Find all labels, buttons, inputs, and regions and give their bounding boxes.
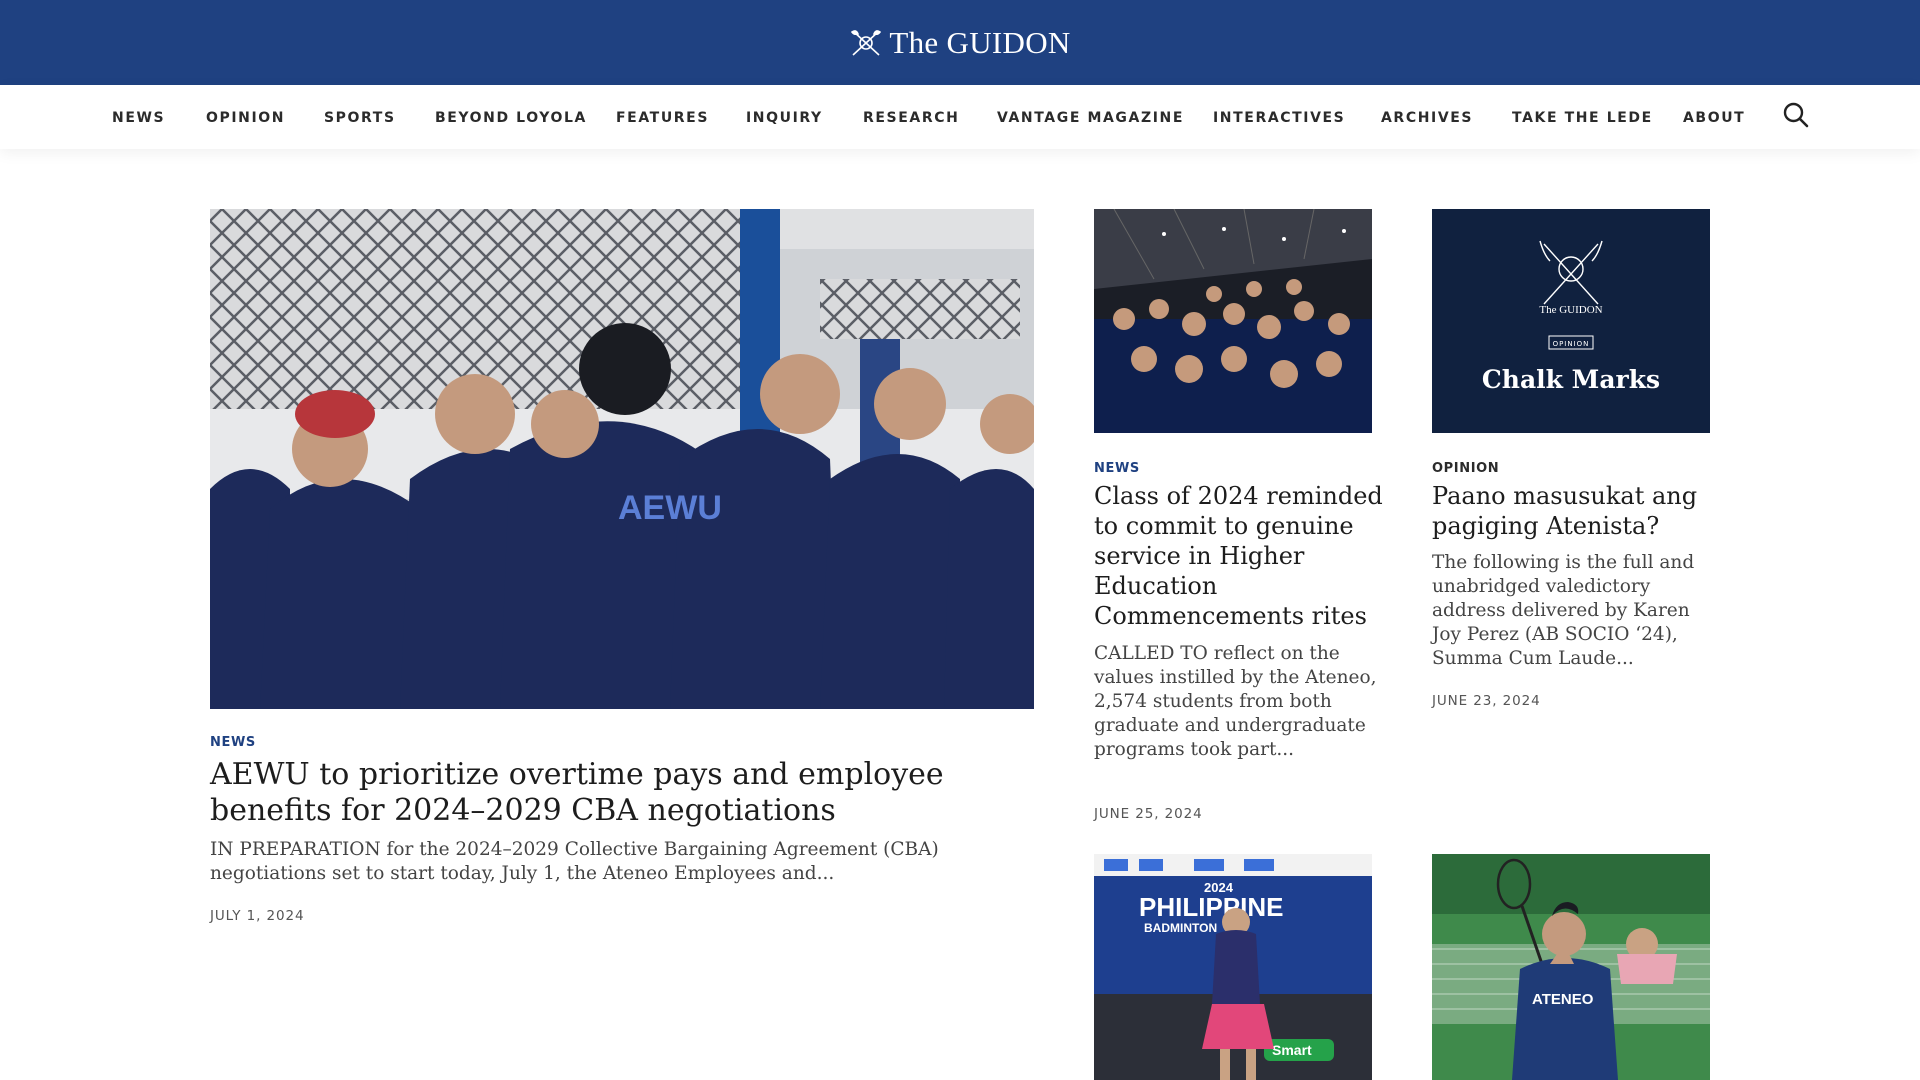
search-icon[interactable] [1782, 101, 1810, 129]
card3-sponsor: Smart [1272, 1042, 1312, 1058]
guidon-crest-icon [1539, 240, 1603, 305]
card4-jersey-text: ATENEO [1532, 991, 1594, 1008]
card4-image[interactable]: ATENEO [1432, 854, 1710, 1080]
card1-excerpt: CALLED TO reflect on the values instille… [1094, 643, 1377, 760]
site-header: The GUIDON [0, 0, 1920, 85]
card2-image[interactable]: The GUIDON OPINION Chalk Marks [1432, 209, 1710, 433]
nav-item-interactives[interactable]: INTERACTIVES [1213, 85, 1345, 149]
nav-item-archives[interactable]: ARCHIVES [1381, 85, 1473, 149]
main-nav: NEWS OPINION SPORTS BEYOND LOYOLA FEATUR… [0, 85, 1920, 149]
card2-headline[interactable]: Paano masusukat ang pagiging Atenista? [1432, 481, 1722, 541]
card2-image-brand: The GUIDON [1539, 304, 1602, 316]
site-logo[interactable]: The GUIDON [849, 25, 1070, 61]
card2-category[interactable]: OPINION [1432, 461, 1499, 476]
card3-event-sub: BADMINTON [1144, 921, 1217, 935]
nav-item-vantage-magazine[interactable]: VANTAGE MAGAZINE [997, 85, 1184, 149]
featured-category[interactable]: NEWS [210, 735, 256, 750]
card2-image-title: Chalk Marks [1482, 365, 1660, 394]
nav-item-opinion[interactable]: OPINION [206, 85, 285, 149]
nav-item-inquiry[interactable]: INQUIRY [746, 85, 823, 149]
featured-image-jacket-text: AEWU [618, 489, 722, 527]
featured-date: JULY 1, 2024 [210, 908, 305, 924]
site-title: The GUIDON [889, 24, 1071, 60]
featured-headline[interactable]: AEWU to prioritize overtime pays and emp… [210, 757, 1050, 829]
card1-image[interactable] [1094, 209, 1372, 433]
nav-item-beyond-loyola[interactable]: BEYOND LOYOLA [435, 85, 587, 149]
card1-category[interactable]: NEWS [1094, 461, 1140, 476]
nav-item-research[interactable]: RESEARCH [863, 85, 959, 149]
card3-image[interactable]: 2024 PHILIPPINE BADMINTON Smart [1094, 854, 1372, 1080]
card2-date: JUNE 23, 2024 [1432, 693, 1541, 709]
featured-excerpt: IN PREPARATION for the 2024–2029 Collect… [210, 839, 939, 884]
card1-headline[interactable]: Class of 2024 reminded to commit to genu… [1094, 481, 1384, 631]
nav-item-take-the-lede[interactable]: TAKE THE LEDE [1512, 85, 1653, 149]
card2-image-badge: OPINION [1553, 340, 1590, 348]
card1-date: JUNE 25, 2024 [1094, 806, 1203, 822]
nav-item-features[interactable]: FEATURES [616, 85, 709, 149]
card3-event: PHILIPPINE [1139, 892, 1283, 922]
featured-image[interactable]: AEWU [210, 209, 1034, 709]
nav-item-about[interactable]: ABOUT [1683, 85, 1745, 149]
card2-excerpt: The following is the full and unabridged… [1432, 552, 1695, 669]
nav-item-news[interactable]: NEWS [112, 85, 165, 149]
nav-item-sports[interactable]: SPORTS [324, 85, 396, 149]
guidon-crest-icon [851, 29, 882, 56]
